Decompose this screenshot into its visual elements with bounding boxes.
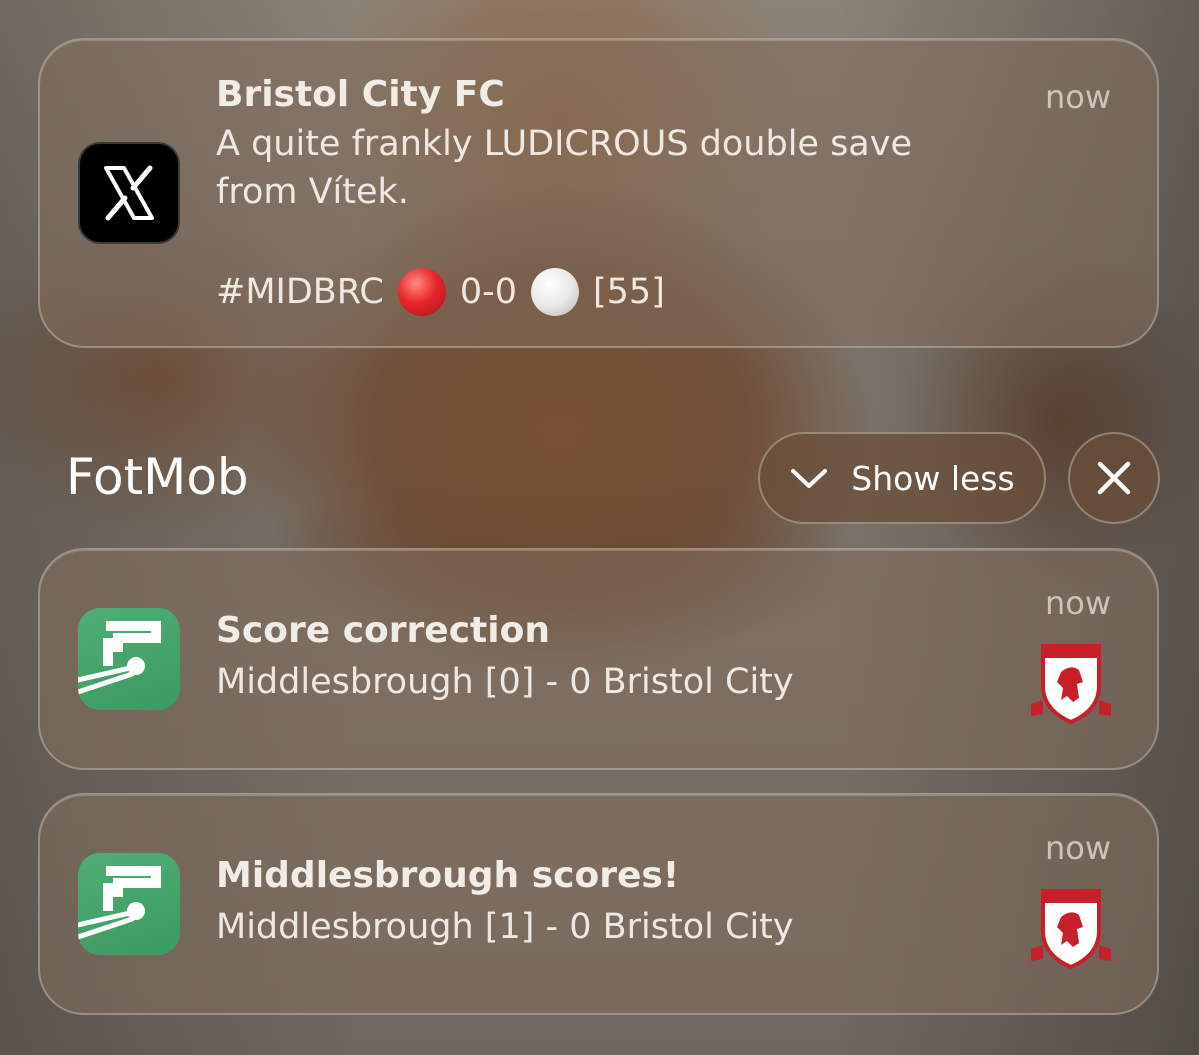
notification-title: Middlesbrough scores! <box>216 855 680 896</box>
match-score: 0-0 <box>459 272 517 312</box>
notification-body: Middlesbrough [0] - 0 Bristol City <box>216 662 794 702</box>
middlesbrough-crest-icon <box>1031 644 1111 725</box>
match-tag-line: #MIDBRC 0-0 [55] <box>216 268 665 316</box>
notification-body: Middlesbrough [1] - 0 Bristol City <box>216 907 794 947</box>
chevron-down-icon <box>791 469 828 488</box>
notification-time: now <box>1044 584 1111 622</box>
notification-body: A quite frankly LUDICROUS double save fr… <box>216 120 912 216</box>
fotmob-logo-icon <box>78 608 180 710</box>
notification-time: now <box>1044 78 1111 116</box>
match-minute: [55] <box>593 272 665 312</box>
x-logo-icon <box>78 142 180 244</box>
red-circle-icon <box>397 268 446 316</box>
x-notification[interactable]: Bristol City FC now A quite frankly LUDI… <box>38 38 1159 348</box>
notification-title: Score correction <box>216 610 550 651</box>
notification-title: Bristol City FC <box>216 74 505 115</box>
match-hashtag: #MIDBRC <box>216 272 384 312</box>
show-less-label: Show less <box>851 458 1015 498</box>
clear-group-button[interactable] <box>1068 432 1160 524</box>
notification-time: now <box>1044 829 1111 867</box>
notification-body-line: from Vítek. <box>216 172 409 212</box>
show-less-button[interactable]: Show less <box>758 432 1046 524</box>
middlesbrough-crest-icon <box>1031 889 1111 970</box>
white-circle-icon <box>531 268 579 316</box>
notification-body-line: A quite frankly LUDICROUS double save <box>216 124 913 164</box>
fotmob-notification[interactable]: Score correction Middlesbrough [0] - 0 B… <box>38 548 1159 770</box>
fotmob-logo-icon <box>78 853 180 955</box>
close-icon <box>1097 461 1131 495</box>
fotmob-notification[interactable]: Middlesbrough scores! Middlesbrough [1] … <box>38 793 1159 1015</box>
group-app-name: FotMob <box>66 448 249 506</box>
